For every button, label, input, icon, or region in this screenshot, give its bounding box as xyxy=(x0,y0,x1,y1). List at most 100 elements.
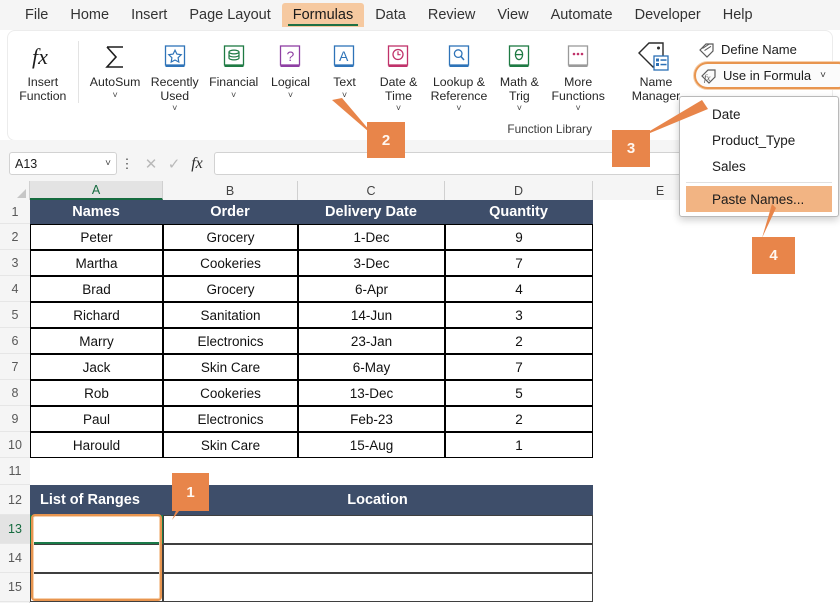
column-header-b[interactable]: B xyxy=(163,181,298,200)
row-header-5[interactable]: 5 xyxy=(0,302,30,328)
cell-b15[interactable] xyxy=(163,573,593,602)
chevron-down-icon[interactable]: ˅ xyxy=(576,103,581,114)
cell-b14[interactable] xyxy=(163,544,593,573)
cell-a10[interactable]: Harould xyxy=(30,432,163,458)
column-header-a[interactable]: A xyxy=(30,181,163,200)
cell-c6[interactable]: 23-Jan xyxy=(298,328,445,354)
define-name-button[interactable]: Define Name ˅ xyxy=(694,37,840,62)
menu-tab-automate[interactable]: Automate xyxy=(540,3,624,27)
row-header-4[interactable]: 4 xyxy=(0,276,30,302)
cell-b6[interactable]: Electronics xyxy=(163,328,298,354)
cell-b3[interactable]: Cookeries xyxy=(163,250,298,276)
row-header-14[interactable]: 14 xyxy=(0,544,30,573)
chevron-down-icon[interactable]: ˅ xyxy=(112,90,117,101)
menu-tab-help[interactable]: Help xyxy=(712,3,764,27)
confirm-check-icon[interactable]: ✓ xyxy=(164,155,184,173)
cell-d1[interactable]: Quantity xyxy=(445,200,593,224)
cell-d2[interactable]: 9 xyxy=(445,224,593,250)
cell-a8[interactable]: Rob xyxy=(30,380,163,406)
cell-a12[interactable]: List of Ranges xyxy=(30,485,163,515)
cell-d10[interactable]: 1 xyxy=(445,432,593,458)
cell-b1[interactable]: Order xyxy=(163,200,298,224)
lookup-reference-button[interactable]: Lookup & Reference ˅ xyxy=(425,37,492,114)
chevron-down-icon[interactable]: ˅ xyxy=(288,90,293,101)
row-header-2[interactable]: 2 xyxy=(0,224,30,250)
cell-a9[interactable]: Paul xyxy=(30,406,163,432)
cell-a13[interactable] xyxy=(30,515,163,544)
math-trig-button[interactable]: Math & Trig ˅ xyxy=(492,37,546,114)
use-in-formula-button[interactable]: fx Use in Formula ˅ xyxy=(694,62,840,89)
chevron-down-icon[interactable]: ˅ xyxy=(820,70,826,81)
cell-d3[interactable]: 7 xyxy=(445,250,593,276)
cell-b4[interactable]: Grocery xyxy=(163,276,298,302)
cell-c9[interactable]: Feb-23 xyxy=(298,406,445,432)
cell-d4[interactable]: 4 xyxy=(445,276,593,302)
row-header-6[interactable]: 6 xyxy=(0,328,30,354)
cell-d9[interactable]: 2 xyxy=(445,406,593,432)
cell-a4[interactable]: Brad xyxy=(30,276,163,302)
chevron-down-icon[interactable]: ˅ xyxy=(231,90,236,101)
cell-c1[interactable]: Delivery Date xyxy=(298,200,445,224)
cell-d7[interactable]: 7 xyxy=(445,354,593,380)
column-header-d[interactable]: D xyxy=(445,181,593,200)
cell-c8[interactable]: 13-Dec xyxy=(298,380,445,406)
cell-d5[interactable]: 3 xyxy=(445,302,593,328)
row-header-1[interactable]: 1 xyxy=(0,200,30,224)
cancel-x-icon[interactable]: ✕ xyxy=(141,155,161,173)
row-header-10[interactable]: 10 xyxy=(0,432,30,458)
menu-tab-review[interactable]: Review xyxy=(417,3,487,27)
name-manager-button[interactable]: Name Manager xyxy=(618,39,694,103)
insert-function-button[interactable]: fx Insert Function xyxy=(14,37,72,103)
cell-a5[interactable]: Richard xyxy=(30,302,163,328)
cell-a15[interactable] xyxy=(30,573,163,602)
row-header-9[interactable]: 9 xyxy=(0,406,30,432)
row-header-3[interactable]: 3 xyxy=(0,250,30,276)
menu-tab-developer[interactable]: Developer xyxy=(624,3,712,27)
row-header-7[interactable]: 7 xyxy=(0,354,30,380)
cell-a14[interactable] xyxy=(30,544,163,573)
cell-c10[interactable]: 15-Aug xyxy=(298,432,445,458)
menu-tab-data[interactable]: Data xyxy=(364,3,417,27)
cell-c2[interactable]: 1-Dec xyxy=(298,224,445,250)
logical-button[interactable]: ? Logical ˅ xyxy=(263,37,317,101)
cell-d8[interactable]: 5 xyxy=(445,380,593,406)
recently-used-button[interactable]: Recently Used ˅ xyxy=(146,37,204,114)
name-box[interactable]: A13 ˅ xyxy=(9,152,117,175)
menu-tab-view[interactable]: View xyxy=(486,3,539,27)
cell-d6[interactable]: 2 xyxy=(445,328,593,354)
autosum-button[interactable]: AutoSum ˅ xyxy=(85,37,146,101)
cell-a3[interactable]: Martha xyxy=(30,250,163,276)
cell-c3[interactable]: 3-Dec xyxy=(298,250,445,276)
menu-tab-formulas[interactable]: Formulas xyxy=(281,3,365,27)
cell-a1[interactable]: Names xyxy=(30,200,163,224)
cell-a6[interactable]: Marry xyxy=(30,328,163,354)
select-all-corner[interactable] xyxy=(0,181,30,200)
chevron-down-icon[interactable]: ˅ xyxy=(517,103,522,114)
menu-tab-page-layout[interactable]: Page Layout xyxy=(178,3,281,27)
cell-c4[interactable]: 6-Apr xyxy=(298,276,445,302)
name-box-more-icon[interactable]: ⋮ xyxy=(117,156,137,172)
row-header-13[interactable]: 13 xyxy=(0,515,30,544)
cell-b9[interactable]: Electronics xyxy=(163,406,298,432)
cell-c7[interactable]: 6-May xyxy=(298,354,445,380)
dropdown-item-sales[interactable]: Sales xyxy=(680,153,838,179)
cell-b10[interactable]: Skin Care xyxy=(163,432,298,458)
row-header-12[interactable]: 12 xyxy=(0,485,30,515)
cell-a2[interactable]: Peter xyxy=(30,224,163,250)
cell-b8[interactable]: Cookeries xyxy=(163,380,298,406)
cell-a7[interactable]: Jack xyxy=(30,354,163,380)
chevron-down-icon[interactable]: ˅ xyxy=(456,103,461,114)
menu-tab-home[interactable]: Home xyxy=(59,3,120,27)
cell-b5[interactable]: Sanitation xyxy=(163,302,298,328)
row-header-15[interactable]: 15 xyxy=(0,573,30,602)
cell-c5[interactable]: 14-Jun xyxy=(298,302,445,328)
row-header-11[interactable]: 11 xyxy=(0,458,30,485)
cell-b12[interactable]: Location xyxy=(163,485,593,515)
fx-icon[interactable]: fx xyxy=(187,155,207,173)
menu-tab-insert[interactable]: Insert xyxy=(120,3,178,27)
column-header-c[interactable]: C xyxy=(298,181,445,200)
text-button[interactable]: A Text ˅ xyxy=(317,37,371,101)
chevron-down-icon[interactable]: ˅ xyxy=(172,103,177,114)
chevron-down-icon[interactable]: ˅ xyxy=(105,158,111,169)
row-header-8[interactable]: 8 xyxy=(0,380,30,406)
